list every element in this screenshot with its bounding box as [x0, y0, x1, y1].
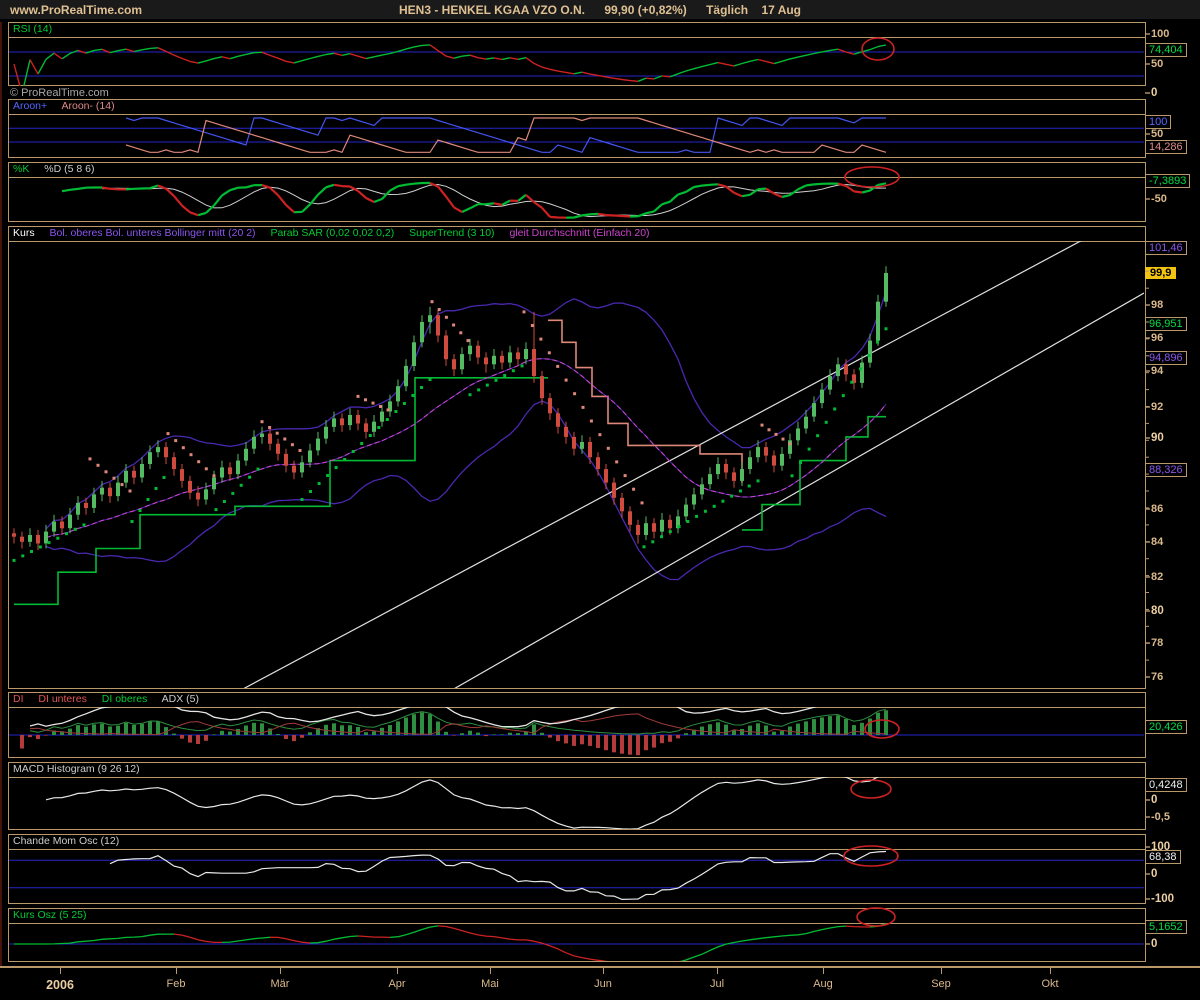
aroon-chart[interactable]	[9, 114, 1144, 157]
month-label: 2006	[46, 978, 74, 992]
stoch-k-label: %K	[13, 163, 29, 175]
month-tick	[823, 968, 824, 974]
month-tick	[490, 968, 491, 974]
scale-label: 14,286	[1145, 140, 1187, 154]
month-tick	[60, 968, 61, 974]
month-tick	[176, 968, 177, 974]
bollinger-label: Bol. oberes Bol. unteres Bollinger mitt …	[50, 227, 256, 239]
last-price: 99,90 (+0,82%)	[604, 3, 686, 17]
moving-average-label: gleit Durchschnitt (Einfach 20)	[509, 227, 649, 239]
scale-label: 98	[1151, 299, 1163, 311]
scale-label: -0,5	[1151, 811, 1170, 823]
scale-label: 50	[1151, 128, 1163, 140]
parabolic-sar-label: Parab SAR (0,02 0,02 0,2)	[270, 227, 394, 239]
month-label: Feb	[167, 978, 186, 990]
chande-label: Chande Mom Osc (12)	[13, 835, 119, 847]
adx-label: ADX (5)	[162, 693, 199, 705]
scale-label: 80	[1151, 605, 1164, 617]
month-tick	[941, 968, 942, 974]
scale-label: 86	[1151, 503, 1163, 515]
scale-label: -7,3893	[1145, 174, 1190, 188]
di-lower-label: DI unteres	[38, 693, 86, 705]
di-upper-label: DI oberes	[102, 693, 148, 705]
month-tick	[717, 968, 718, 974]
month-tick	[603, 968, 604, 974]
timeframe: Täglich	[706, 3, 748, 17]
scale-label: 0	[1151, 938, 1157, 950]
symbol-name: HEN3 - HENKEL KGAA VZO O.N.	[399, 3, 585, 17]
scale-label: 96,951	[1145, 317, 1187, 331]
month-tick	[1050, 968, 1051, 974]
date-label: 17 Aug	[761, 3, 801, 17]
chande-panel-label: Chande Mom Osc (12)	[9, 835, 1145, 850]
scale-label: 0	[1151, 794, 1157, 806]
scale-label: 90	[1151, 432, 1164, 444]
scale-label: 101,46	[1145, 241, 1187, 255]
candlestick-chart[interactable]	[9, 241, 1144, 688]
month-label: Jun	[594, 978, 612, 990]
scale-label: -50	[1151, 193, 1167, 205]
adx-chart[interactable]	[9, 707, 1144, 757]
header-bar: www.ProRealTime.com HEN3 - HENKEL KGAA V…	[0, 0, 1200, 19]
scale-label: 100	[1145, 115, 1171, 129]
kurs-osz-label: Kurs Osz (5 25)	[13, 909, 87, 921]
month-label: Mai	[481, 978, 499, 990]
scale-label: 88,326	[1145, 463, 1187, 477]
watermark: © ProRealTime.com	[10, 87, 109, 99]
stoch-d-label: %D (5 8 6)	[44, 163, 94, 175]
scale-label: 100	[1151, 28, 1169, 40]
scale-label: 50	[1151, 58, 1163, 70]
rsi-chart[interactable]	[9, 37, 1144, 86]
macd-panel-label: MACD Histogram (9 26 12)	[9, 763, 1145, 778]
stochastic-chart[interactable]	[9, 177, 1144, 221]
scale-label: 0	[1151, 868, 1157, 880]
aroon-down-label: Aroon- (14)	[62, 100, 115, 112]
price-panel-label: Kurs Bol. oberes Bol. unteres Bollinger …	[9, 227, 1145, 242]
scale-label: 0,4248	[1145, 778, 1187, 792]
month-label: Apr	[388, 978, 405, 990]
scale-label: 5,1652	[1145, 920, 1187, 934]
scale-label: 74,404	[1145, 43, 1187, 57]
scale-label: 0	[1151, 87, 1157, 99]
supertrend-label: SuperTrend (3 10)	[409, 227, 494, 239]
month-label: Aug	[813, 978, 833, 990]
scale-label: 94	[1151, 365, 1163, 377]
month-label: Jul	[710, 978, 724, 990]
scale-label: 82	[1151, 571, 1163, 583]
scale-label: 84	[1151, 536, 1163, 548]
rsi-indicator-label: RSI (14)	[13, 23, 52, 35]
month-tick	[397, 968, 398, 974]
aroon-panel-label: Aroon+ Aroon- (14)	[9, 100, 1145, 115]
time-axis[interactable]: 2006 Feb Mär Apr Mai Jun Jul Aug Sep Okt	[0, 966, 1200, 1000]
chart-title: HEN3 - HENKEL KGAA VZO O.N. 99,90 (+0,82…	[0, 3, 1200, 17]
price-scale[interactable]: 10074,4045001005014,286-7,3893-50101,469…	[1145, 0, 1200, 1000]
scale-label: 76	[1151, 671, 1163, 683]
scale-label: -100	[1151, 893, 1174, 905]
scale-label: 20,426	[1145, 720, 1187, 734]
macd-chart[interactable]	[9, 777, 1144, 829]
aroon-up-label: Aroon+	[13, 100, 47, 112]
kurs-label: Kurs	[13, 227, 35, 239]
macd-label: MACD Histogram (9 26 12)	[13, 763, 140, 775]
chande-chart[interactable]	[9, 849, 1144, 903]
kurs-osz-panel-label: Kurs Osz (5 25)	[9, 909, 1145, 924]
adx-panel-label: DI DI unteres DI oberes ADX (5)	[9, 693, 1145, 708]
month-label: Mär	[271, 978, 290, 990]
scale-label: 68,38	[1145, 850, 1181, 864]
scale-label: 94,896	[1145, 351, 1187, 365]
scale-label: 78	[1151, 637, 1163, 649]
scale-label: 96	[1151, 332, 1163, 344]
di-label: DI	[13, 693, 24, 705]
rsi-panel-label: RSI (14)	[9, 23, 1145, 38]
month-tick	[280, 968, 281, 974]
month-label: Sep	[931, 978, 951, 990]
window-edge	[0, 22, 2, 966]
scale-label: 92	[1151, 401, 1163, 413]
scale-label: 99,9	[1145, 267, 1176, 279]
month-label: Okt	[1041, 978, 1058, 990]
stochastic-panel-label: %K %D (5 8 6)	[9, 163, 1145, 178]
kurs-osz-chart[interactable]	[9, 923, 1144, 961]
